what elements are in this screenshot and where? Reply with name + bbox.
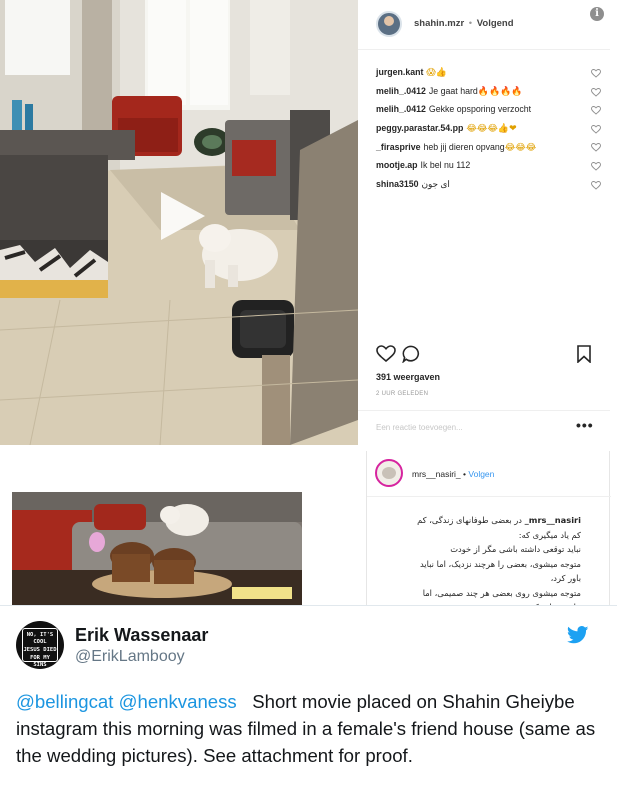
tweet-text: @bellingcat @henkvaness Short movie plac… (16, 688, 606, 769)
avatar-line: FOR MY SINS (30, 655, 50, 668)
post-header: shahin.mzr • Volgend i (358, 0, 610, 50)
comment-username[interactable]: melih_.0412 (376, 104, 426, 114)
heart-outline-icon[interactable] (591, 87, 601, 97)
avatar-line: JESUS DIED (23, 647, 57, 653)
avatar[interactable] (376, 11, 402, 37)
comment-text: ای جون (421, 178, 450, 189)
comment-row: mootje.ap Ik bel nu 112 (376, 157, 601, 176)
heart-outline-icon[interactable] (591, 106, 601, 115)
heart-outline-icon[interactable] (591, 143, 601, 152)
post-time: 2 UUR GELEDEN (376, 391, 429, 397)
mention-link[interactable]: @bellingcat (16, 691, 113, 712)
comment-row: shina3150 ای جون (376, 176, 601, 195)
instagram-side-panel: shahin.mzr • Volgend i jurgen.kant 😱👍 meli… (358, 0, 610, 445)
play-icon (161, 192, 205, 240)
comment-row: melih_.0412 Gekke opsporing verzocht (376, 101, 601, 120)
comment-username[interactable]: shina3150 (376, 179, 419, 189)
twitter-bird-icon[interactable] (567, 626, 589, 644)
view-count: 391 weergaven (376, 372, 441, 382)
instagram-post-2: mrs__nasiri_ • Volgen mrs__nasiri_ در بع… (366, 451, 611, 605)
author-handle[interactable]: @ErikLambooy (75, 648, 185, 666)
add-comment-input[interactable]: Een reactie toevoegen... (376, 423, 463, 432)
comment-text: Gekke opsporing verzocht (428, 104, 532, 114)
comment-icon[interactable] (402, 345, 422, 363)
more-icon[interactable]: ••• (576, 417, 594, 433)
post-actions (376, 345, 594, 365)
comment-text: Ik bel nu 112 (420, 160, 471, 170)
caption-username[interactable]: mrs__nasiri_ (525, 515, 581, 525)
embedded-screenshot: shahin.mzr • Volgend i jurgen.kant 😱👍 meli… (0, 0, 617, 605)
caption-line: متوجه میشوی، بعضی را هرچند نزدیک، اما نب… (419, 558, 581, 569)
follow-button[interactable]: Volgen (468, 469, 494, 479)
photo-frame (12, 492, 302, 605)
avatar-line: NO, IT'S COOL (26, 632, 54, 645)
comment-username[interactable]: mootje.ap (376, 160, 418, 170)
author-username[interactable]: shahin.mzr (414, 18, 464, 29)
follow-status[interactable]: Volgend (477, 18, 514, 29)
comment-emoji: 😱👍 (426, 68, 448, 78)
caption-line: کم یاد میگیری که: (518, 529, 581, 540)
comment-list: jurgen.kant 😱👍 melih_.0412 Je gaat hard🔥🔥🔥🔥… (376, 64, 601, 194)
caption-text: در بعضی طوفانهای زندگی، کم (417, 515, 522, 525)
comment-username[interactable]: peggy.parastar.54.pp (376, 123, 463, 133)
heart-outline-icon[interactable] (591, 69, 601, 78)
instagram-post: shahin.mzr • Volgend i jurgen.kant 😱👍 meli… (0, 0, 610, 445)
comment-emoji: 😂😂😂 (504, 143, 537, 153)
second-photo (12, 492, 302, 605)
post-header: mrs__nasiri_ • Volgen (367, 451, 611, 497)
video-player[interactable] (0, 0, 358, 445)
mention-link[interactable]: @henkvaness (119, 691, 237, 712)
heart-outline-icon[interactable] (591, 162, 601, 171)
comment-row: peggy.parastar.54.pp 😂😂😂👍❤ (376, 120, 601, 139)
post-author: mrs__nasiri_ • Volgen (412, 469, 494, 479)
comment-username[interactable]: jurgen.kant (376, 67, 423, 77)
heart-outline-icon[interactable] (591, 180, 601, 190)
author-username[interactable]: mrs__nasiri_ (412, 469, 461, 479)
avatar[interactable] (375, 459, 403, 487)
bookmark-icon[interactable] (576, 345, 592, 363)
add-comment-bar: Een reactie toevoegen... ••• (358, 410, 610, 445)
comment-emoji: 🔥🔥🔥🔥 (477, 86, 523, 97)
heart-outline-icon[interactable] (376, 345, 396, 363)
comment-row: _firasprive heb jij dieren opvang😂😂😂 (376, 138, 601, 157)
caption-line: mrs__nasiri_ در بعضی طوفانهای زندگی، کم (375, 513, 581, 528)
comment-row: jurgen.kant 😱👍 (376, 64, 601, 83)
post-author: shahin.mzr • Volgend (414, 18, 514, 29)
comment-row: melih_.0412 Je gaat hard🔥🔥🔥🔥 (376, 83, 601, 102)
caption-line: باور کرد، (550, 573, 581, 583)
separator: • (468, 18, 473, 29)
avatar[interactable]: NO, IT'S COOL JESUS DIED FOR MY SINS (16, 621, 64, 669)
comment-text: heb jij dieren opvang (423, 142, 505, 152)
separator: • (463, 469, 467, 479)
comment-emoji: 😂😂😂👍❤ (466, 123, 517, 134)
play-button[interactable] (155, 190, 207, 242)
info-icon[interactable]: i (590, 7, 604, 21)
comment-text: Je gaat hard (428, 85, 478, 96)
author-name[interactable]: Erik Wassenaar (75, 625, 208, 646)
heart-outline-icon[interactable] (591, 124, 601, 134)
caption-line: نباید توقعی داشته باشی مگر از خودت (450, 544, 581, 554)
post-caption: mrs__nasiri_ در بعضی طوفانهای زندگی، کم ک… (375, 513, 581, 605)
caption-line: متوجه میشوی روی بعضی هر چند صمیمی، اما (422, 587, 581, 598)
comment-username[interactable]: melih_.0412 (376, 86, 426, 96)
avatar-badge: NO, IT'S COOL JESUS DIED FOR MY SINS (22, 628, 58, 668)
comment-username[interactable]: _firasprive (376, 142, 421, 152)
